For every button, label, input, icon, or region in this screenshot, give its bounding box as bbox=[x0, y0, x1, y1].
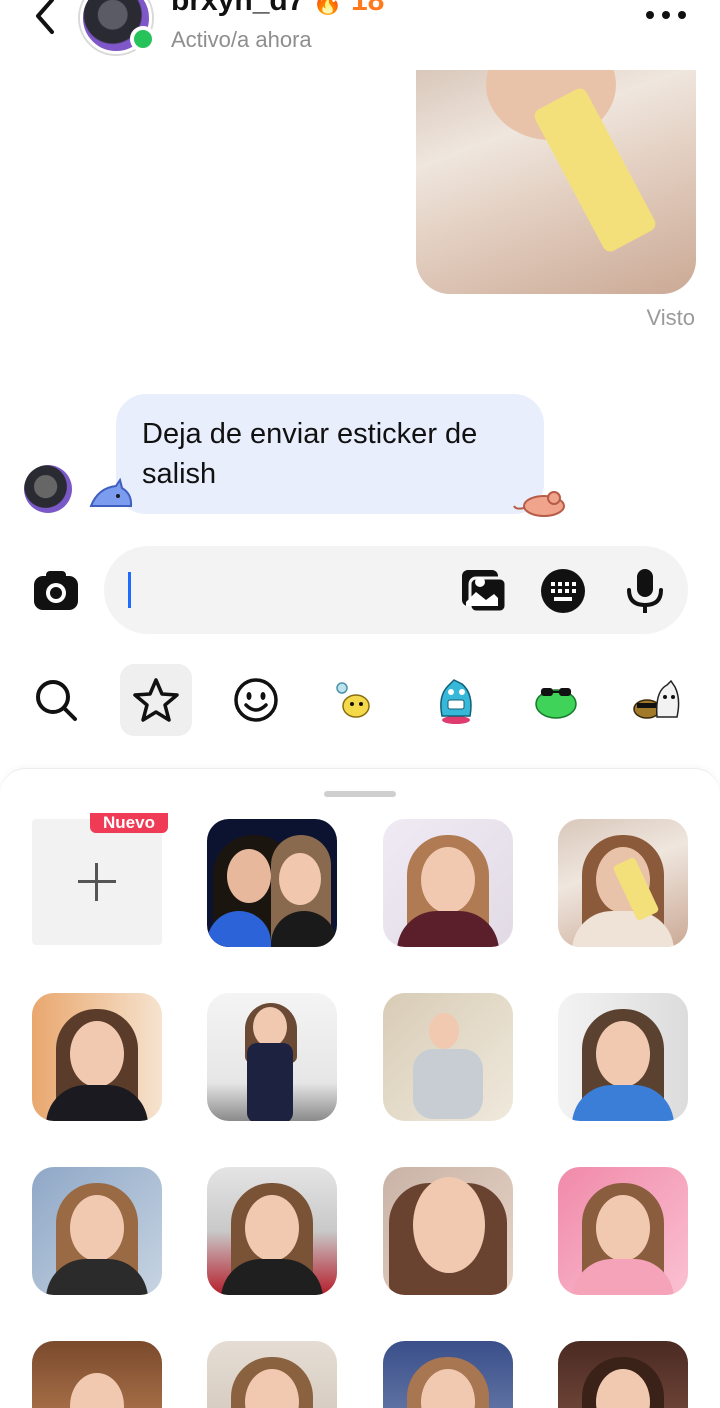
new-badge: Nuevo bbox=[90, 813, 168, 833]
tab-search[interactable] bbox=[20, 664, 92, 736]
plus-icon-stem bbox=[95, 863, 98, 901]
sticker-item[interactable] bbox=[383, 993, 513, 1121]
avatar[interactable] bbox=[80, 0, 156, 54]
tab-sticker-pack-2[interactable] bbox=[420, 664, 492, 736]
emoji-icon bbox=[234, 678, 278, 722]
camera-icon[interactable] bbox=[32, 568, 80, 612]
received-message-text: Deja de enviar esticker de salish bbox=[142, 418, 478, 490]
online-indicator bbox=[130, 26, 156, 52]
sticker-face bbox=[421, 847, 475, 913]
streak-count: 18 bbox=[350, 0, 385, 17]
sticker-keyboard-icon[interactable] bbox=[540, 568, 586, 614]
sticker-face bbox=[413, 1177, 485, 1273]
sticker-face bbox=[596, 1195, 650, 1261]
tab-sticker-pack-1[interactable] bbox=[320, 664, 392, 736]
sticker-item[interactable] bbox=[383, 1341, 513, 1408]
sticker-item[interactable] bbox=[558, 1341, 688, 1408]
more-horizontal-icon[interactable] bbox=[644, 8, 688, 22]
active-status: Activo/a ahora bbox=[171, 27, 312, 52]
rat-sticker-icon[interactable] bbox=[512, 484, 574, 518]
sticker-body bbox=[413, 1049, 483, 1119]
star-icon bbox=[133, 678, 179, 722]
username-title[interactable]: brxyh_d7 🔥 18 bbox=[171, 0, 384, 18]
sticker-tab-bar bbox=[0, 664, 720, 740]
received-message-bubble[interactable]: Deja de enviar esticker de salish bbox=[116, 394, 544, 514]
sticker-item[interactable] bbox=[207, 819, 337, 947]
photo-product bbox=[531, 85, 659, 255]
search-icon bbox=[36, 680, 77, 721]
shark-sticker-icon[interactable] bbox=[88, 478, 134, 512]
sticker-body bbox=[247, 1043, 293, 1121]
sticker-item[interactable] bbox=[383, 1167, 513, 1295]
message-input[interactable] bbox=[104, 546, 688, 634]
sticker-face bbox=[253, 1007, 287, 1047]
create-sticker-button[interactable] bbox=[32, 819, 162, 945]
sheet-drag-handle[interactable] bbox=[324, 791, 396, 797]
sticker-item[interactable] bbox=[558, 819, 688, 947]
chat-header: brxyh_d7 🔥 18 Activo/a ahora bbox=[0, 0, 720, 64]
sticker-pack-monster-icon bbox=[440, 679, 472, 724]
sticker-face bbox=[70, 1195, 124, 1261]
microphone-icon[interactable] bbox=[622, 568, 668, 614]
sent-image-message[interactable] bbox=[416, 70, 696, 294]
gallery-icon[interactable] bbox=[460, 568, 506, 614]
fire-icon: 🔥 bbox=[312, 0, 343, 16]
text-caret bbox=[128, 572, 131, 608]
sticker-face bbox=[596, 1021, 650, 1087]
sticker-item[interactable] bbox=[207, 1167, 337, 1295]
sticker-item[interactable] bbox=[558, 1167, 688, 1295]
tab-emoji[interactable] bbox=[220, 664, 292, 736]
sticker-face-2 bbox=[279, 853, 321, 905]
tab-sticker-pack-3[interactable] bbox=[520, 664, 592, 736]
sticker-pack-frog-icon bbox=[535, 688, 577, 719]
tab-sticker-pack-4[interactable] bbox=[620, 664, 692, 736]
sticker-item[interactable] bbox=[32, 1167, 162, 1295]
sticker-item[interactable] bbox=[32, 1341, 162, 1408]
sticker-sheet: Nuevo bbox=[0, 768, 720, 1408]
username-text: brxyh_d7 bbox=[171, 0, 305, 17]
sticker-face bbox=[245, 1195, 299, 1261]
tab-favorites[interactable] bbox=[120, 664, 192, 736]
chevron-left-icon[interactable] bbox=[30, 0, 60, 36]
sticker-item[interactable] bbox=[207, 1341, 337, 1408]
sticker-item[interactable] bbox=[32, 993, 162, 1121]
seen-receipt: Visto bbox=[646, 305, 695, 330]
sticker-face bbox=[70, 1021, 124, 1087]
sticker-item[interactable] bbox=[383, 819, 513, 947]
sticker-item[interactable] bbox=[558, 993, 688, 1121]
sticker-pack-bird-icon bbox=[336, 682, 370, 718]
sticker-item[interactable] bbox=[207, 993, 337, 1121]
sticker-face bbox=[227, 849, 271, 903]
sender-avatar[interactable] bbox=[24, 465, 72, 513]
sticker-face bbox=[70, 1373, 124, 1408]
sticker-pack-cat-icon bbox=[633, 679, 680, 719]
sticker-face bbox=[429, 1013, 459, 1049]
